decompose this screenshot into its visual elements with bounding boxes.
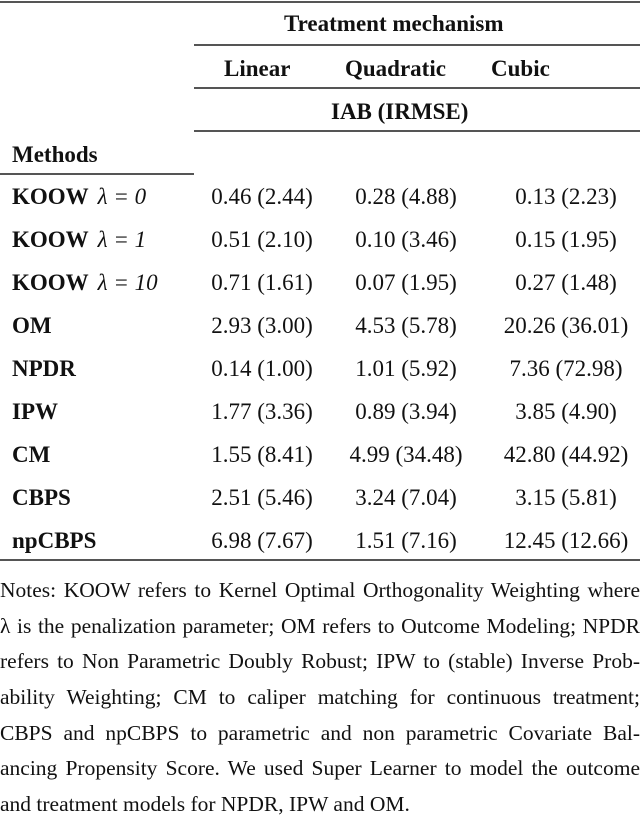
table-cell: 0.71 (1.61) xyxy=(211,270,313,295)
table-cell: 1.51 (7.16) xyxy=(355,528,457,553)
table-cell: 1.77 (3.36) xyxy=(211,399,313,424)
table-cell: 0.15 (1.95) xyxy=(515,227,617,252)
notes-line: λ is the penalization parameter; OM refe… xyxy=(0,613,640,638)
table-cell: 0.14 (1.00) xyxy=(211,356,313,381)
column-header-quadratic: Quadratic xyxy=(345,56,446,81)
method-label: OM xyxy=(12,314,52,337)
row-header-methods: Methods xyxy=(12,142,98,167)
method-label: CBPS xyxy=(12,486,71,509)
table-cell: 2.93 (3.00) xyxy=(211,313,313,338)
table-cell: 42.80 (44.92) xyxy=(503,442,629,467)
method-name: NPDR xyxy=(12,356,76,381)
group-header: Treatment mechanism xyxy=(284,11,504,36)
row-header-rule xyxy=(0,173,194,175)
table-cell: 0.51 (2.10) xyxy=(211,227,313,252)
table-cell: 0.13 (2.23) xyxy=(515,184,617,209)
notes-line: ability Weighting; CM to caliper matchin… xyxy=(0,685,640,710)
table-cell: 3.15 (5.81) xyxy=(515,485,617,510)
column-header-linear: Linear xyxy=(224,56,291,81)
method-parameter: λ = 0 xyxy=(97,184,147,209)
column-header-cubic: Cubic xyxy=(491,56,550,81)
method-label: npCBPS xyxy=(12,529,96,552)
table-cell: 6.98 (7.67) xyxy=(211,528,313,553)
bottom-rule xyxy=(0,559,640,561)
table-cell: 0.27 (1.48) xyxy=(515,270,617,295)
notes-line: refers to Non Parametric Doubly Robust; … xyxy=(0,649,640,674)
method-label: KOOW λ = 0 xyxy=(12,185,146,208)
method-name: CBPS xyxy=(12,485,71,510)
method-label: KOOW λ = 1 xyxy=(12,228,146,251)
group-header-rule xyxy=(194,44,640,46)
method-name: npCBPS xyxy=(12,528,97,553)
method-name: CM xyxy=(12,442,51,467)
method-name: KOOW xyxy=(12,227,89,252)
table-cell: 3.85 (4.90) xyxy=(515,399,617,424)
table-cell: 12.45 (12.66) xyxy=(503,528,629,553)
method-label: KOOW λ = 10 xyxy=(12,271,158,294)
notes-line: CBPS and npCBPS to parametric and non pa… xyxy=(0,720,640,745)
method-name: OM xyxy=(12,313,52,338)
table-cell: 0.28 (4.88) xyxy=(355,184,457,209)
metric-header: IAB (IRMSE) xyxy=(331,99,469,124)
notes-line: and treatment models for NPDR, IPW and O… xyxy=(0,792,410,817)
method-parameter: λ = 10 xyxy=(97,270,158,295)
table-cell: 3.24 (7.04) xyxy=(355,485,457,510)
top-rule xyxy=(0,1,640,3)
method-name: KOOW xyxy=(12,270,89,295)
notes-line: Notes: KOOW refers to Kernel Optimal Ort… xyxy=(0,578,640,602)
notes-line: ancing Propensity Score. We used Super L… xyxy=(0,756,640,781)
table-cell: 4.53 (5.78) xyxy=(355,313,457,338)
method-label: IPW xyxy=(12,400,58,423)
method-name: KOOW xyxy=(12,184,89,209)
table-cell: 4.99 (34.48) xyxy=(349,442,463,467)
table-cell: 1.55 (8.41) xyxy=(211,442,313,467)
table-cell: 1.01 (5.92) xyxy=(355,356,457,381)
metric-header-rule xyxy=(194,130,640,132)
table-notes: Notes: KOOW refers to Kernel Optimal Ort… xyxy=(0,573,640,823)
table-cell: 0.10 (3.46) xyxy=(355,227,457,252)
table-cell: 2.51 (5.46) xyxy=(211,485,313,510)
table-cell: 0.89 (3.94) xyxy=(355,399,457,424)
table-cell: 0.46 (2.44) xyxy=(211,184,313,209)
table-cell: 7.36 (72.98) xyxy=(509,356,623,381)
method-name: IPW xyxy=(12,399,58,424)
table-cell: 20.26 (36.01) xyxy=(503,313,629,338)
method-label: NPDR xyxy=(12,357,76,380)
method-label: CM xyxy=(12,443,50,466)
table-cell: 0.07 (1.95) xyxy=(355,270,457,295)
column-header-rule xyxy=(194,87,640,89)
method-parameter: λ = 1 xyxy=(97,227,147,252)
